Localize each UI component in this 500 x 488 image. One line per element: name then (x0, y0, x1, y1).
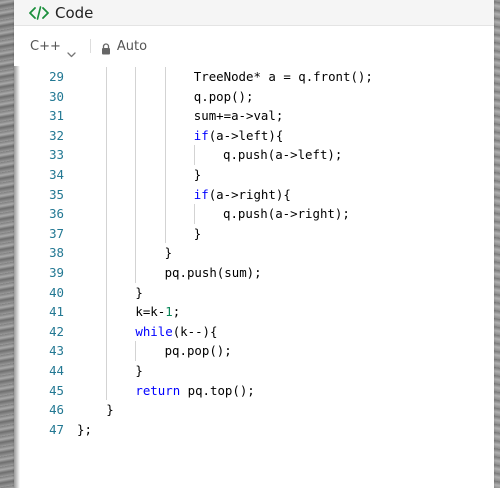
indent-guide (135, 67, 137, 283)
code-icon (29, 5, 49, 20)
line-number: 40 (49, 284, 64, 300)
code-text: pq.pop(); (164, 343, 232, 359)
code-line: 46} (14, 400, 494, 420)
code-text: } (164, 245, 173, 261)
line-number: 34 (49, 167, 64, 182)
language-label: C++ (30, 38, 61, 54)
code-editor[interactable]: 29 TreeNode* a = q.front(); 30 q.pop(); 31 su… (14, 66, 494, 488)
code-text: return pq.top(); (135, 382, 255, 398)
code-line: 32 if(a->left){ (14, 126, 494, 146)
code-line: 43 pq.pop(); (14, 341, 494, 361)
code-line: 45 return pq.top(); (14, 381, 494, 401)
code-line: 34} (14, 165, 494, 185)
chevron-down-icon (67, 43, 76, 58)
code-line: 42 while(k--){ (14, 322, 494, 342)
line-number: 30 (49, 88, 64, 104)
mode-label: Auto (116, 38, 148, 54)
line-number: 31 (49, 108, 64, 124)
indent-guide (193, 204, 195, 224)
line-number: 45 (49, 382, 64, 398)
line-number: 43 (49, 343, 64, 359)
line-number: 39 (49, 265, 64, 280)
code-line: 29 TreeNode* a = q.front(); (14, 67, 494, 87)
line-number: 46 (49, 402, 64, 418)
code-text: } (193, 225, 202, 241)
line-number: 29 (49, 69, 64, 84)
code-line: 41 k=k-1; (14, 302, 494, 322)
line-number: 36 (49, 206, 64, 222)
lock-icon (101, 40, 111, 55)
code-text: } (106, 402, 114, 418)
editor-toolbar: C++ Auto (14, 26, 494, 66)
code-line: 35 if(a->right){ (14, 185, 494, 205)
indent-guide (135, 341, 137, 361)
code-line: 36 q.push(a->right); (14, 204, 494, 224)
line-number: 35 (49, 186, 64, 202)
code-text: } (135, 284, 143, 300)
toolbar-divider (89, 39, 91, 53)
code-text: TreeNode* a = q.front(); (193, 69, 373, 84)
indent-guide (106, 67, 108, 401)
code-line: 39 pq.push(sum); (14, 263, 494, 283)
code-line: 30 q.pop(); (14, 87, 494, 107)
code-text: q.push(a->right); (223, 206, 350, 222)
code-line: 40} (14, 283, 494, 303)
code-line: 37} (14, 224, 494, 244)
line-number: 37 (49, 225, 64, 241)
line-number: 42 (49, 323, 64, 339)
language-select[interactable]: C++ (30, 38, 76, 58)
line-number: 38 (49, 245, 64, 261)
code-line: 31 sum+=a->val; (14, 106, 494, 126)
code-text: if(a->right){ (193, 186, 291, 202)
code-text: } (135, 363, 143, 378)
line-number: 44 (49, 363, 64, 378)
line-number: 32 (49, 127, 64, 143)
code-panel: Code C++ Auto 29 TreeNode* a = q.front();… (14, 0, 494, 488)
header-title: Code (55, 3, 94, 22)
line-number: 33 (49, 147, 64, 163)
code-text: if(a->left){ (193, 127, 284, 143)
code-text: q.pop(); (193, 88, 254, 104)
code-text: q.push(a->left); (223, 147, 343, 163)
code-text: while(k--){ (135, 323, 218, 339)
code-text: k=k-1; (135, 304, 181, 320)
line-number: 47 (49, 421, 64, 437)
code-text: sum+=a->val; (193, 108, 284, 124)
code-line: 44} (14, 361, 494, 381)
line-number: 41 (49, 304, 64, 320)
indent-guide (164, 67, 166, 244)
code-line: 38} (14, 243, 494, 263)
code-line: 33 q.push(a->left); (14, 145, 494, 165)
code-text: } (193, 167, 202, 182)
indent-guide (193, 145, 195, 165)
code-text: pq.push(sum); (164, 265, 262, 280)
code-line: 47}; (14, 420, 494, 440)
code-text: }; (77, 421, 92, 437)
code-header: Code (14, 0, 494, 26)
